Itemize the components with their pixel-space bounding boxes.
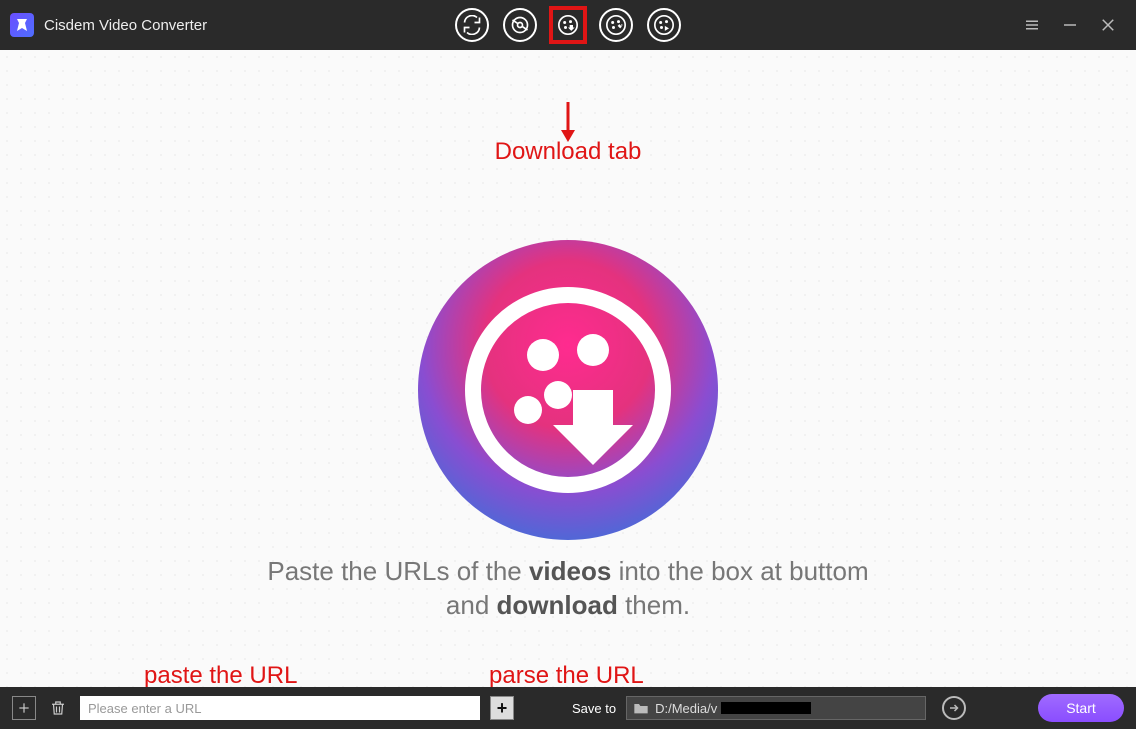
save-path-text: D:/Media/v bbox=[655, 701, 717, 716]
annotation-label-download-tab: Download tab bbox=[495, 138, 642, 166]
folder-icon bbox=[633, 701, 649, 715]
annotation-label-parse-url: parse the URL bbox=[489, 662, 644, 687]
url-input[interactable] bbox=[80, 696, 480, 720]
instructions-text: Paste the URLs of the videos into the bo… bbox=[188, 555, 948, 623]
tab-download[interactable] bbox=[551, 8, 585, 42]
close-button[interactable] bbox=[1098, 15, 1118, 35]
instr-seg: Paste the URLs of the bbox=[267, 556, 529, 586]
instr-bold-videos: videos bbox=[529, 556, 611, 586]
save-to-label: Save to bbox=[572, 701, 616, 716]
start-button[interactable]: Start bbox=[1038, 694, 1124, 722]
tab-edit[interactable] bbox=[599, 8, 633, 42]
app-logo-icon bbox=[10, 13, 34, 37]
save-path-field[interactable]: D:/Media/v bbox=[626, 696, 926, 720]
menu-button[interactable] bbox=[1022, 15, 1042, 35]
parse-url-button[interactable]: + bbox=[490, 696, 514, 720]
add-button[interactable] bbox=[12, 696, 36, 720]
title-left: Cisdem Video Converter bbox=[0, 13, 207, 37]
minimize-button[interactable] bbox=[1060, 15, 1080, 35]
instr-seg: into the box at buttom bbox=[611, 556, 868, 586]
instr-seg: and bbox=[446, 590, 497, 620]
tab-play[interactable] bbox=[647, 8, 681, 42]
titlebar: Cisdem Video Converter bbox=[0, 0, 1136, 50]
annotation-label-paste-url: paste the URL bbox=[144, 662, 297, 687]
tab-rip[interactable] bbox=[503, 8, 537, 42]
annotation-arrow-download-tab bbox=[558, 102, 578, 142]
instr-seg: them. bbox=[618, 590, 690, 620]
app-title: Cisdem Video Converter bbox=[44, 17, 207, 34]
window-controls bbox=[1022, 15, 1136, 35]
instr-bold-download: download bbox=[497, 590, 618, 620]
delete-button[interactable] bbox=[46, 696, 70, 720]
open-folder-button[interactable] bbox=[942, 696, 966, 720]
redacted-path-mask bbox=[721, 702, 811, 714]
hero-download-icon bbox=[413, 235, 723, 550]
tab-convert[interactable] bbox=[455, 8, 489, 42]
main-area: Download tab bbox=[0, 50, 1136, 687]
footer-bar: + Save to D:/Media/v Start bbox=[0, 687, 1136, 729]
top-tabs bbox=[455, 0, 681, 50]
